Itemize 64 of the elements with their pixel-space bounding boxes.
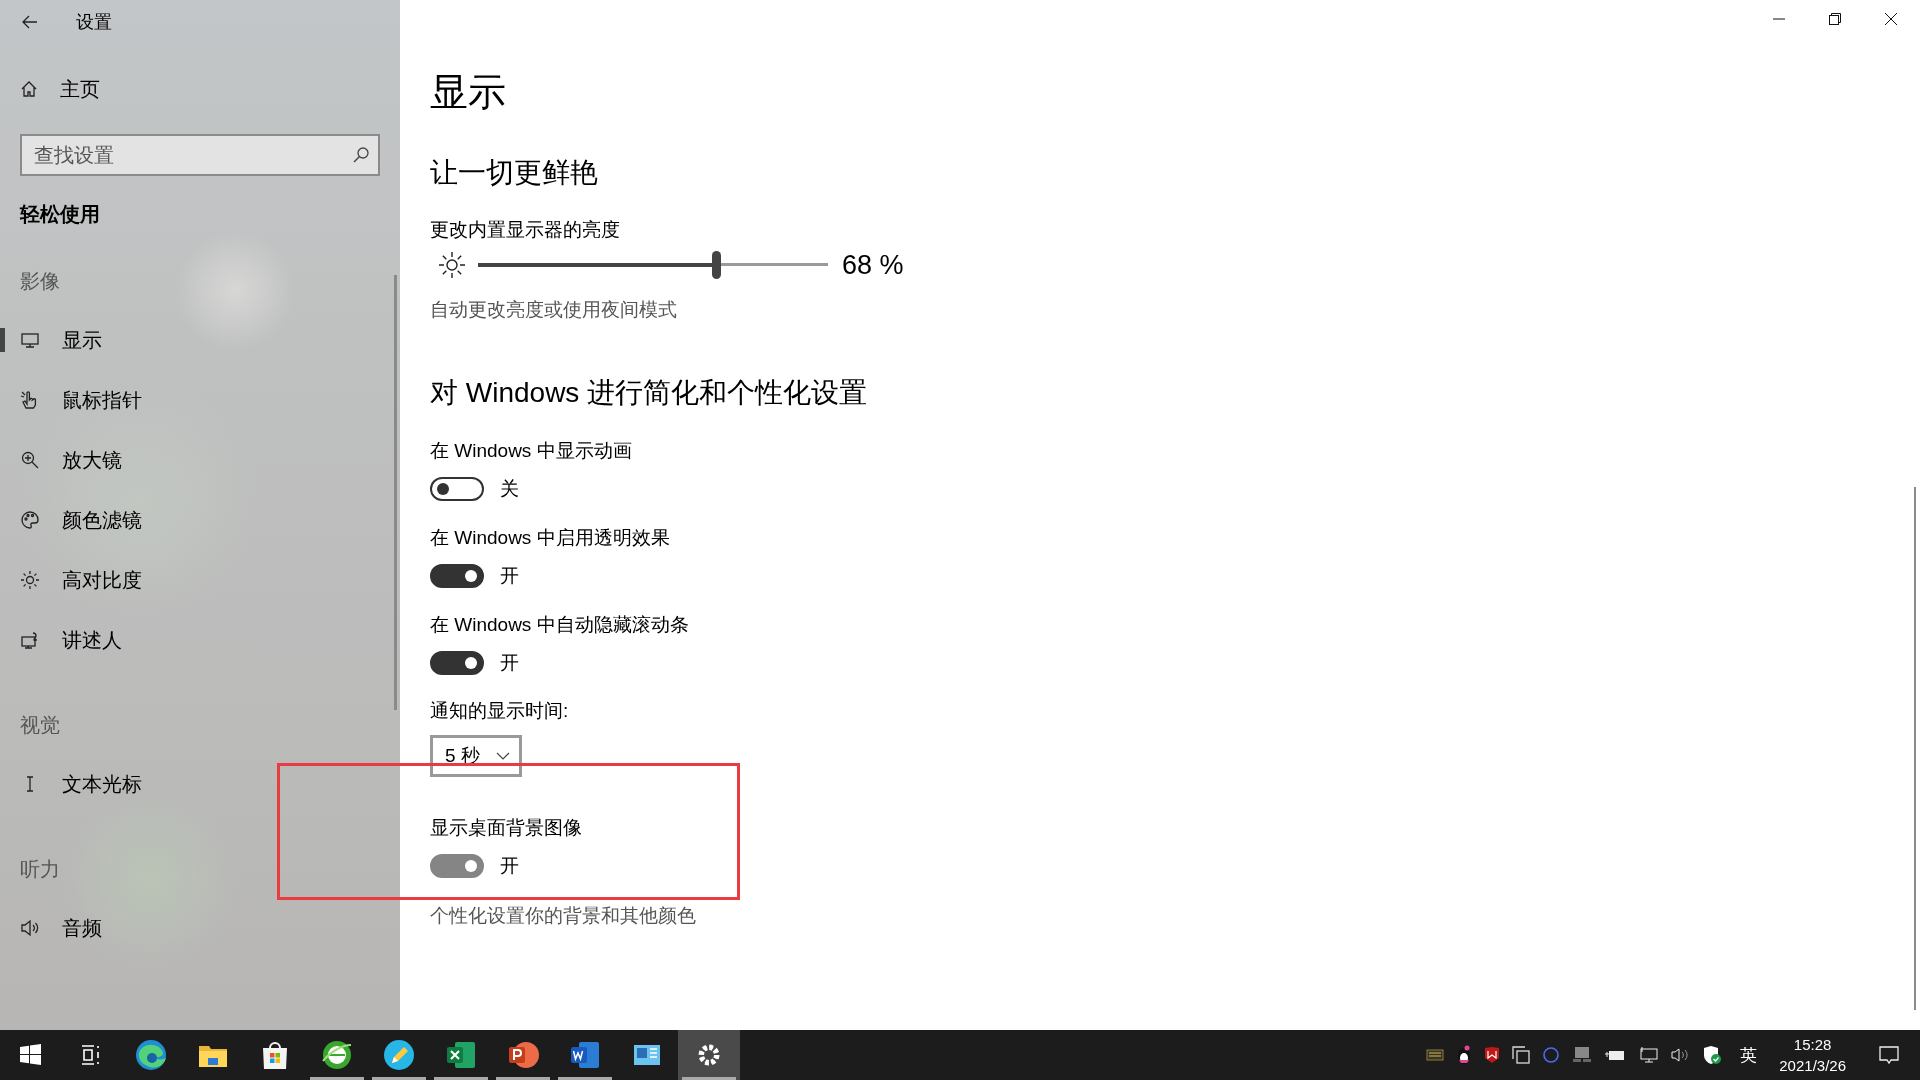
ring-icon[interactable] — [1542, 1046, 1561, 1064]
sun-icon — [20, 570, 40, 590]
shield-icon[interactable] — [1484, 1046, 1501, 1064]
penguin-icon[interactable] — [1456, 1045, 1473, 1065]
search-field[interactable]: 查找设置 — [20, 134, 380, 176]
notification-icon[interactable] — [1878, 1044, 1900, 1066]
restore-icon[interactable] — [1828, 12, 1842, 26]
clock-date[interactable]: 2021/3/26 — [1779, 1055, 1846, 1076]
settings-link[interactable]: 自动更改亮度或使用夜间模式 — [430, 299, 677, 320]
monitor-icon — [20, 330, 40, 350]
category-heading: 轻松使用 — [18, 202, 101, 226]
speaker-icon — [20, 918, 40, 938]
page-title: 显示 — [430, 70, 507, 115]
scrollbar[interactable] — [1914, 487, 1916, 1010]
scrollbar[interactable] — [394, 275, 397, 710]
section-heading: 对 Windows 进行简化和个性化设置 — [430, 376, 869, 410]
volume-icon[interactable] — [1670, 1046, 1691, 1064]
toggle-state: 开 — [500, 564, 519, 588]
setting-label: 通知的显示时间: — [430, 699, 570, 723]
toggle-switch[interactable] — [430, 651, 484, 675]
back-icon[interactable] — [22, 15, 38, 29]
clock-time[interactable]: 15:28 — [1793, 1034, 1832, 1055]
palette-icon — [20, 510, 40, 530]
toggle-state: 开 — [500, 651, 519, 675]
settings-link[interactable]: 个性化设置你的背景和其他颜色 — [430, 905, 696, 926]
group-heading: 视觉 — [19, 713, 61, 738]
nav-item[interactable]: 颜色滤镜 — [0, 490, 400, 550]
narrator-icon — [20, 630, 40, 650]
window-title: 设置 — [76, 11, 112, 34]
nav-item[interactable]: 高对比度 — [0, 550, 400, 610]
nav-item[interactable]: 显示 — [0, 310, 400, 370]
search-icon — [352, 146, 370, 164]
home-icon — [20, 80, 38, 98]
network-icon[interactable] — [1638, 1046, 1659, 1064]
group-heading: 听力 — [19, 857, 61, 882]
setting-label: 在 Windows 中显示动画 — [430, 439, 633, 463]
sun-icon — [438, 251, 466, 279]
home-link[interactable]: 主页 — [0, 44, 400, 134]
battery-icon[interactable] — [1604, 1048, 1627, 1062]
input-method-indicator[interactable]: 英 — [1740, 1043, 1758, 1067]
section-heading: 让一切更鲜艳 — [430, 156, 599, 190]
setting-label: 显示桌面背景图像 — [430, 816, 583, 840]
setting-label: 在 Windows 中自动隐藏滚动条 — [430, 613, 690, 637]
nav-item[interactable]: 放大镜 — [0, 430, 400, 490]
toggle-switch[interactable] — [430, 477, 484, 501]
security-shield-icon[interactable] — [1702, 1045, 1723, 1065]
toggle-state: 开 — [500, 854, 519, 878]
toggle-switch[interactable] — [430, 564, 484, 588]
copy-icon[interactable] — [1512, 1046, 1531, 1064]
setting-label: 在 Windows 中启用透明效果 — [430, 526, 671, 550]
keyboard-icon[interactable] — [1426, 1048, 1445, 1062]
computer-icon[interactable] — [1572, 1046, 1593, 1064]
toggle-state: 关 — [500, 477, 519, 501]
chevron-down-icon — [496, 752, 510, 760]
nav-item[interactable]: 鼠标指针 — [0, 370, 400, 430]
nav-item[interactable]: 音频 — [0, 898, 400, 958]
nav-item[interactable]: 讲述人 — [0, 610, 400, 670]
setting-label: 更改内置显示器的亮度 — [430, 218, 621, 242]
close-icon[interactable] — [1884, 12, 1898, 26]
magnifier-icon — [20, 450, 40, 470]
brightness-value: 68 % — [842, 249, 904, 281]
nav-item[interactable]: 文本光标 — [0, 754, 400, 814]
group-heading: 影像 — [19, 269, 61, 294]
slider-thumb[interactable] — [712, 251, 721, 279]
